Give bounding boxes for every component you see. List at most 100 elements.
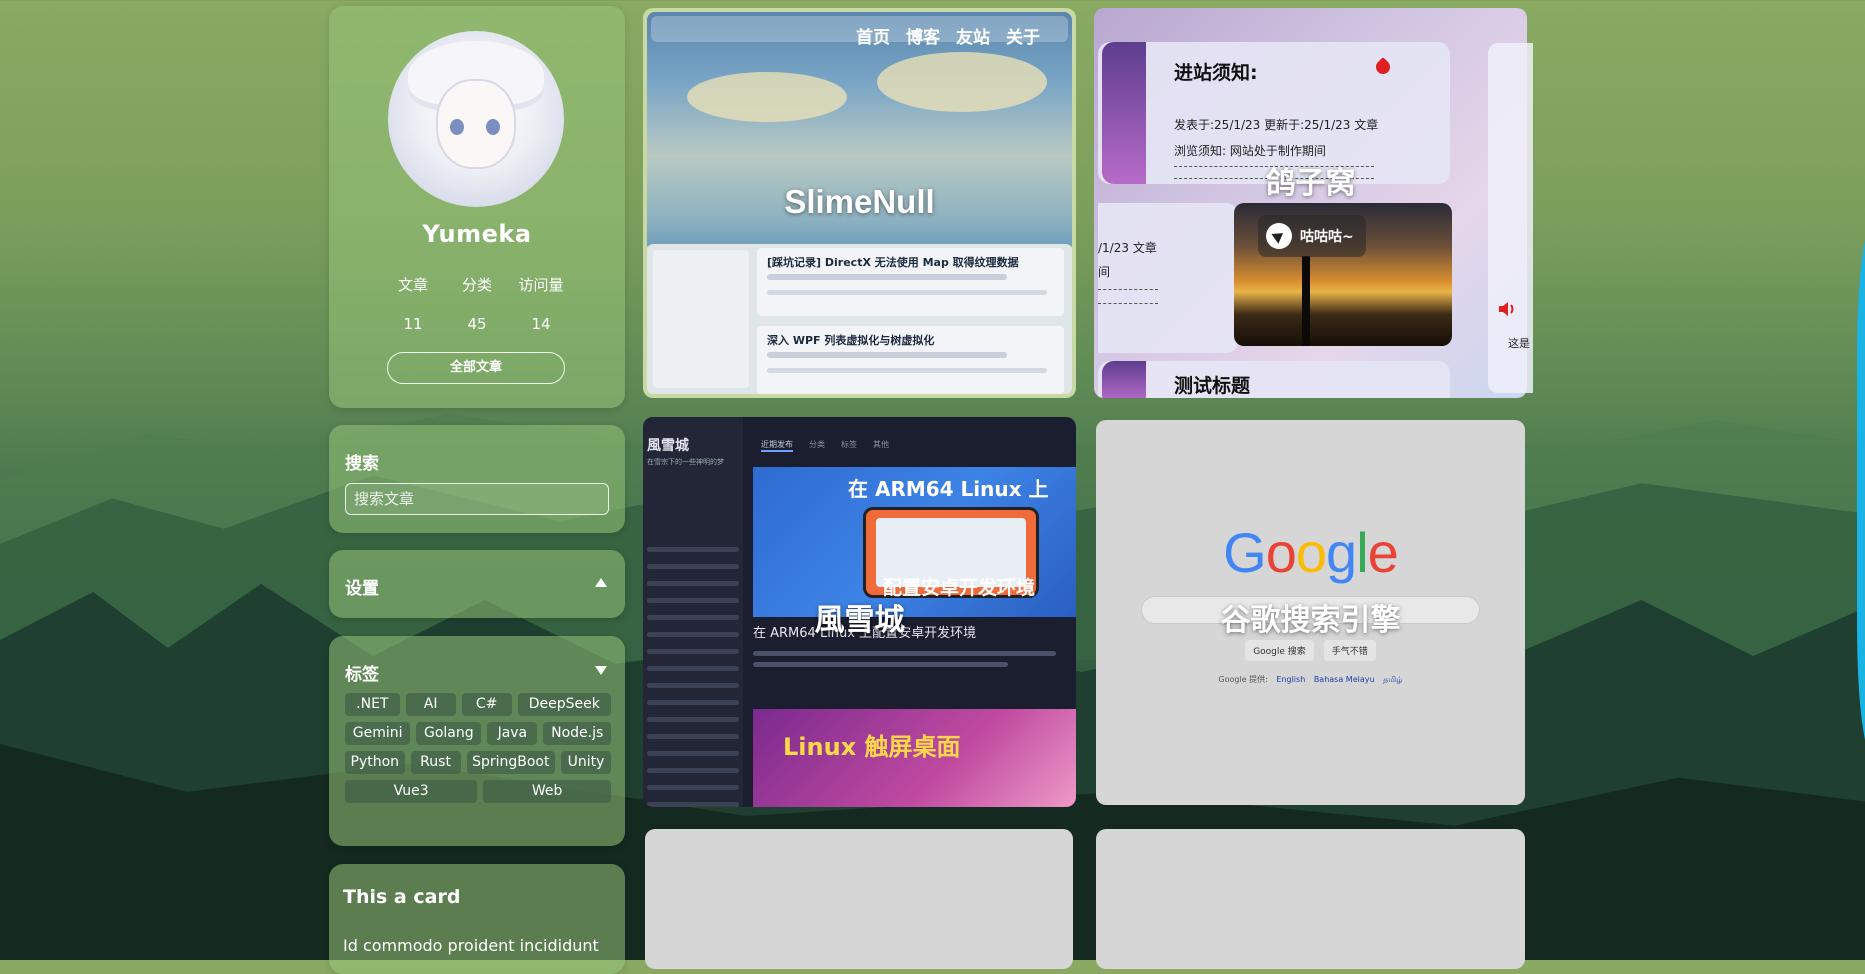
cloud-shape	[687, 72, 847, 122]
banner-text: 在 ARM64 Linux 上	[848, 477, 1049, 501]
tag-item[interactable]: Vue3	[345, 780, 478, 803]
all-posts-button[interactable]: 全部文章	[387, 352, 565, 384]
tab-item[interactable]: 其他	[873, 439, 889, 452]
logo-letter: G	[1223, 521, 1267, 584]
site-tile-placeholder[interactable]	[645, 829, 1073, 969]
tag-item[interactable]: SpringBoot	[466, 751, 555, 774]
post-card-preview: 测试标题	[1098, 361, 1450, 398]
post-preview: 深入 WPF 列表虚拟化与树虚拟化	[757, 326, 1064, 394]
site-name: 風雪城	[647, 438, 689, 454]
search-input[interactable]	[345, 483, 609, 515]
tag-item[interactable]: Golang	[416, 722, 482, 745]
divider	[1098, 289, 1158, 291]
stat-value: 14	[531, 315, 551, 333]
tag-item[interactable]: Node.js	[543, 722, 611, 745]
avatar[interactable]	[388, 31, 564, 207]
tag-item[interactable]: DeepSeek	[517, 693, 612, 716]
cloud-shape	[877, 52, 1047, 112]
languages-prefix: Google 提供:	[1218, 675, 1268, 684]
nav-item[interactable]: 博客	[906, 23, 940, 48]
tag-list: .NET AI C# DeepSeek Gemini Golang Java N…	[345, 693, 612, 803]
pin-icon	[1373, 57, 1393, 77]
post-list-preview: [踩坑记录] DirectX 无法使用 Map 取得纹理数据 深入 WPF 列表…	[647, 244, 1072, 394]
post-preview: [踩坑记录] DirectX 无法使用 Map 取得纹理数据	[757, 248, 1064, 316]
post-excerpt: 间	[1098, 265, 1111, 279]
tab-item[interactable]: 近期发布	[761, 439, 793, 452]
site-title: 鸽子窝	[1265, 166, 1356, 201]
site-tile-google[interactable]: Google Google 搜索 手气不错 Google 提供: English…	[1096, 420, 1525, 805]
post-title: 进站须知:	[1174, 62, 1258, 84]
tag-item[interactable]: .NET	[345, 693, 400, 716]
tag-item[interactable]: Unity	[561, 751, 611, 774]
nav-item[interactable]: 友站	[956, 23, 990, 48]
banner-text: Linux 触屏桌面	[783, 733, 961, 761]
post-excerpt-bar	[767, 290, 1047, 295]
side-panel-text: 这是	[1508, 337, 1530, 350]
site-title: SlimeNull	[784, 183, 935, 220]
note-card: This a card Id commodo proident incididu…	[329, 864, 625, 974]
google-languages: Google 提供: English Bahasa Melayu தமிழ்	[1096, 674, 1525, 685]
music-chip[interactable]: 咕咕咕~	[1258, 215, 1366, 257]
profile-card: Yumeka 文章 11 分类 45 访问量 14 全部文章	[329, 6, 625, 408]
sidebar-rows	[647, 547, 739, 807]
stat-visits: 访问量 14	[509, 274, 573, 333]
tags-card: 标签 .NET AI C# DeepSeek Gemini Golang Jav…	[329, 636, 625, 846]
avatar-eye	[450, 119, 464, 135]
post-meta: /1/23 文章	[1098, 241, 1157, 255]
logo-letter: e	[1367, 521, 1399, 584]
scroll-accent[interactable]	[1857, 240, 1865, 740]
tag-item[interactable]: Web	[483, 780, 611, 803]
post-excerpt-bar	[767, 368, 1047, 373]
settings-title: 设置	[345, 579, 379, 599]
post-excerpt-bar	[753, 651, 1057, 656]
tag-item[interactable]: Python	[345, 751, 405, 774]
tag-item[interactable]: Gemini	[345, 722, 411, 745]
tower-silhouette	[1302, 256, 1310, 346]
language-link: Bahasa Melayu	[1313, 675, 1375, 684]
logo-letter: o	[1295, 521, 1327, 584]
site-subtitle: 在雪宗下的一些神明的梦	[647, 458, 724, 466]
logo-letter: g	[1326, 521, 1357, 584]
stat-value: 45	[467, 315, 487, 333]
logo-letter: o	[1265, 521, 1297, 584]
tag-item[interactable]: AI	[405, 693, 456, 716]
post-title: 测试标题	[1174, 375, 1251, 397]
note-card-title: This a card	[343, 886, 461, 908]
side-panel-preview: 这是	[1488, 43, 1533, 393]
post-excerpt-bar	[753, 662, 1009, 667]
settings-card[interactable]: 设置	[329, 550, 625, 618]
post-card-preview: /1/23 文章 间	[1098, 203, 1238, 353]
music-cover-image: 咕咕咕~	[1234, 203, 1452, 346]
nav-item[interactable]: 首页	[856, 23, 890, 48]
tags-title: 标签	[345, 665, 379, 685]
google-search-button: Google 搜索	[1245, 640, 1314, 661]
profile-stats: 文章 11 分类 45 访问量 14	[329, 274, 625, 333]
logo-letter: l	[1356, 521, 1368, 584]
tag-item[interactable]: C#	[461, 693, 512, 716]
tag-item[interactable]: Java	[487, 722, 538, 745]
avatar-face	[436, 79, 516, 169]
site-tile-geziwo[interactable]: 进站须知: 发表于:25/1/23 更新于:25/1/23 文章 浏览须知: 网…	[1094, 8, 1527, 398]
send-icon	[1266, 223, 1292, 249]
tag-item[interactable]: Rust	[410, 751, 461, 774]
site-tile-slimenull[interactable]: 首页 博客 友站 关于 [踩坑记录] DirectX 无法使用 Map 取得纹理…	[643, 8, 1076, 398]
chevron-down-icon[interactable]	[595, 666, 607, 675]
stat-label: 分类	[461, 276, 492, 294]
site-title: 谷歌搜索引擎	[1220, 603, 1401, 638]
post-title: [踩坑记录] DirectX 无法使用 Map 取得纹理数据	[767, 256, 1019, 269]
tab-item[interactable]: 分类	[809, 439, 825, 452]
stat-articles[interactable]: 文章 11	[381, 274, 445, 333]
stat-label: 文章	[397, 276, 428, 294]
speaker-icon[interactable]	[1497, 299, 1517, 319]
site-nav-bar: 首页 博客 友站 关于	[651, 16, 1068, 48]
site-tile-fengxuecheng[interactable]: 風雪城 在雪宗下的一些神明的梦 近期发布 分类 标签 其他 在 ARM64 Li…	[643, 417, 1076, 807]
search-title: 搜索	[345, 454, 379, 474]
google-lucky-button: 手气不错	[1323, 640, 1376, 661]
site-tile-placeholder[interactable]	[1096, 829, 1525, 969]
site-tabs: 近期发布 分类 标签 其他	[761, 439, 889, 452]
chevron-up-icon[interactable]	[595, 578, 607, 587]
chip-label: 咕咕咕~	[1300, 229, 1354, 245]
tab-item[interactable]: 标签	[841, 439, 857, 452]
stat-categories[interactable]: 分类 45	[445, 274, 509, 333]
nav-item[interactable]: 关于	[1006, 23, 1040, 48]
